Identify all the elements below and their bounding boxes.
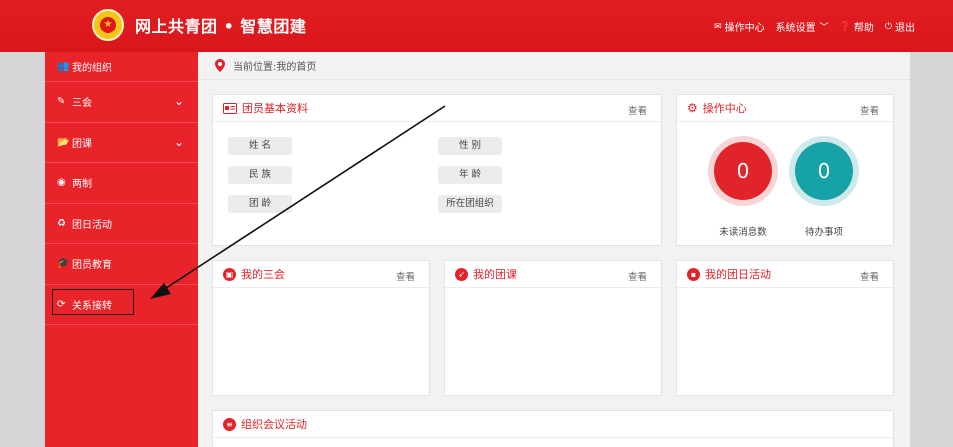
panel-title: 团员基本资料 — [242, 102, 308, 115]
breadcrumb: 当前位置:我的首页 — [198, 52, 910, 80]
sidebar-item-label: 团员教育 — [72, 260, 112, 272]
sidebar-item-label: 三会 — [72, 98, 92, 110]
field-org-label: 所在团组织 — [438, 195, 502, 213]
sidebar-item-label: 我的组织 — [72, 63, 112, 74]
right-gutter — [910, 52, 953, 447]
highlight-box — [52, 288, 134, 315]
edit-icon: ✎ — [57, 96, 66, 108]
target-icon: ◉ — [57, 177, 66, 189]
logout-link[interactable]: ⏻ 退出 — [884, 19, 915, 35]
org-meetings-panel: ≡ 组织会议活动 — [212, 410, 894, 447]
nav-label: 退出 — [895, 23, 915, 34]
nav-label: 操作中心 — [724, 23, 765, 34]
nav-label: 帮助 — [853, 23, 874, 34]
field-league-age-label: 团 龄 — [228, 195, 292, 213]
view-more-link[interactable]: 查看 — [628, 103, 647, 117]
help-icon: ❓ — [839, 21, 851, 32]
rocket-icon: ➶ — [455, 267, 468, 281]
id-card-icon — [223, 102, 237, 114]
top-nav: ✉ 操作中心 系统设置 ﹀ ❓ 帮助 ⏻ 退出 — [703, 19, 915, 35]
nav-label: 系统设置 — [775, 23, 816, 34]
main-content: 团员基本资料 查看 姓 名 性 别 民 族 年 龄 团 龄 所在团组织 ⚙ 操作… — [198, 80, 910, 447]
graduation-cap-icon: 🎓 — [57, 258, 70, 270]
sidebar-item-three-meetings[interactable]: ✎ 三会 ⌄ — [45, 82, 198, 123]
recycle-icon: ♻ — [57, 217, 66, 229]
breadcrumb-text: 当前位置:我的首页 — [233, 62, 317, 73]
panel-title: 操作中心 — [702, 102, 747, 115]
view-more-link[interactable]: 查看 — [396, 269, 415, 283]
ops-center-link[interactable]: ✉ 操作中心 — [714, 19, 765, 35]
unread-messages-badge[interactable]: 0 — [708, 136, 778, 206]
sidebar-item-relation-transfer[interactable]: ⟳ 关系接转 — [45, 285, 198, 325]
chevron-down-icon: ﹀ — [819, 23, 829, 33]
field-name-label: 姓 名 — [228, 137, 292, 155]
location-pin-icon — [215, 59, 225, 72]
panel-header: ▣ 我的三会 查看 — [213, 261, 429, 288]
panel-title: 我的团课 — [473, 268, 517, 281]
unread-count: 0 — [714, 142, 772, 200]
panel-header: ≡ 组织会议活动 — [213, 411, 893, 438]
my-courses-panel: ➶ 我的团课 查看 — [444, 260, 662, 396]
sidebar-item-label: 两制 — [72, 179, 92, 191]
todo-label: 待办事项 — [804, 227, 843, 238]
panel-header: 团员基本资料 查看 — [213, 95, 661, 122]
panel-title: 组织会议活动 — [241, 418, 307, 431]
top-header: ★ 网上共青团 • 智慧团建 ✉ 操作中心 系统设置 ﹀ ❓ 帮助 ⏻ 退出 — [0, 0, 953, 52]
panel-header: ➶ 我的团课 查看 — [445, 261, 661, 288]
sidebar: 👥 我的组织 ✎ 三会 ⌄ 📂 团课 ⌄ ◉ 两制 ♻ 团日活动 🎓 团员教育 … — [45, 52, 198, 447]
panel-title: 我的三会 — [241, 268, 285, 281]
ops-center-panel: ⚙ 操作中心 查看 0 未读消息数 0 待办事项 — [676, 94, 894, 246]
panel-header: ▪ 我的团日活动 查看 — [677, 261, 893, 288]
list-icon: ≡ — [223, 417, 236, 431]
envelope-icon: ✉ — [714, 21, 722, 32]
chat-icon: ▪ — [687, 267, 700, 281]
power-icon: ⏻ — [884, 21, 892, 32]
folder-icon: 📂 — [57, 136, 70, 148]
field-ethnicity-label: 民 族 — [228, 166, 292, 184]
todo-items-badge[interactable]: 0 — [789, 136, 859, 206]
view-more-link[interactable]: 查看 — [860, 269, 879, 283]
sidebar-item-league-day[interactable]: ♻ 团日活动 — [45, 204, 198, 244]
sidebar-item-my-org[interactable]: 👥 我的组织 — [45, 52, 198, 82]
help-link[interactable]: ❓ 帮助 — [839, 19, 874, 35]
calendar-icon: ▣ — [223, 267, 236, 281]
todo-count: 0 — [795, 142, 853, 200]
sidebar-item-league-course[interactable]: 📂 团课 ⌄ — [45, 123, 198, 163]
unread-label: 未读消息数 — [719, 227, 767, 238]
view-more-link[interactable]: 查看 — [628, 269, 647, 283]
sidebar-item-label: 团课 — [72, 138, 92, 150]
gear-icon: ⚙ — [687, 101, 698, 115]
chevron-down-icon: ⌄ — [173, 94, 184, 108]
brand-title: 网上共青团 • 智慧团建 — [135, 17, 307, 36]
chevron-down-icon: ⌄ — [173, 134, 184, 149]
panel-title: 我的团日活动 — [705, 268, 771, 281]
my-meetings-panel: ▣ 我的三会 查看 — [212, 260, 430, 396]
view-more-link[interactable]: 查看 — [860, 103, 879, 117]
sidebar-item-member-education[interactable]: 🎓 团员教育 — [45, 244, 198, 285]
my-activities-panel: ▪ 我的团日活动 查看 — [676, 260, 894, 396]
sidebar-item-label: 团日活动 — [72, 219, 112, 231]
field-age-label: 年 龄 — [438, 166, 502, 184]
sidebar-item-two-systems[interactable]: ◉ 两制 — [45, 163, 198, 204]
system-settings-menu[interactable]: 系统设置 ﹀ — [776, 19, 829, 34]
league-logo-icon: ★ — [92, 9, 124, 41]
panel-header: ⚙ 操作中心 查看 — [677, 95, 893, 122]
field-gender-label: 性 别 — [438, 137, 502, 155]
profile-panel: 团员基本资料 查看 姓 名 性 别 民 族 年 龄 团 龄 所在团组织 — [212, 94, 662, 246]
users-icon: 👥 — [57, 61, 70, 72]
